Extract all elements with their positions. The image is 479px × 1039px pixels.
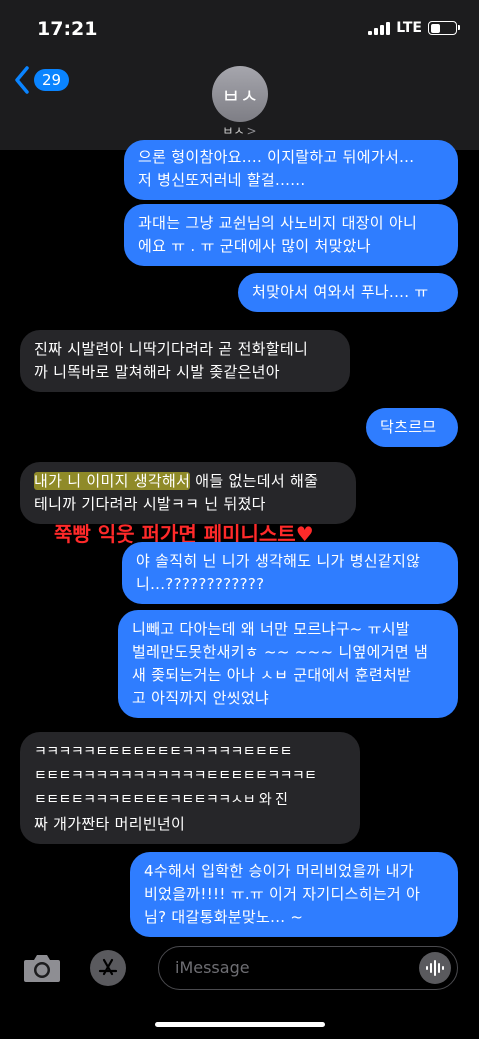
network-label: LTE [396,20,422,36]
message-line: 처맞아서 여와서 푸나.... ㅠ [252,283,429,301]
app-store-icon[interactable] [90,950,126,986]
message-line: 새 좆되는거는 아나 ㅅㅂ 군대에서 훈련처받 [132,666,412,684]
message-line: 내가 니 이미지 생각해서 애들 없는데서 해줄 [34,470,342,493]
message-line: 테니까 기다려라 시발ㅋㅋ 닌 뒤졌다 [34,495,266,513]
message-line: 짜 개가짠타 머리빈년이 [34,815,186,833]
status-time: 17:21 [37,18,98,40]
message-line: ㅌㅌㅌㅌㅋㅋㅋㅌㅌㅌㅌㅋㅌㅌㅋㅋㅅㅂ 와 진 [34,792,288,808]
message-bubble-sent[interactable]: 닥츠르므 [366,408,458,447]
message-input[interactable]: iMessage [158,946,458,990]
message-bubble-received[interactable]: ㅋㅋㅋㅋㅋㅌㅌㅌㅌㅌㅌㅌㅋㅋㅋㅋㅋㅌㅌㅌㅌ ㅌㅌㅌㅋㅋㅋㅋㅋㅋㅋㅋㅋㅋㅋㅌㅌㅌㅌ… [20,732,360,844]
message-bubble-sent[interactable]: 4수해서 입학한 승이가 머리비었을까 내가 비었을까!!!! ㅠ.ㅠ 이거 자… [130,852,458,937]
battery-icon [428,21,460,35]
contact-avatar[interactable]: ㅂㅅ [212,66,268,122]
message-bubble-sent[interactable]: 으론 형이참아요.... 이지랄하고 뒤에가서... 저 병신또저러네 할걸..… [124,140,458,200]
message-bubble-sent[interactable]: 니빼고 다아는데 왜 너만 모르냐구~ ㅠ시발 벌레만도못한새키ㅎ ~~ ~~~… [118,610,458,718]
signal-icon [368,21,391,35]
chevron-left-icon [14,66,30,94]
back-button[interactable]: 29 [14,66,70,94]
status-indicators: LTE [368,20,460,36]
message-bubble-received[interactable]: 진짜 시발련아 니딱기다려라 곧 전화할테니 까 니똑바로 말쳐해라 시발 좆같… [20,330,350,392]
message-text: 애들 없는데서 해줄 [190,472,319,490]
contact-name: ㅂㅅ [222,124,245,138]
message-line: 까 니똑바로 말쳐해라 시발 좆같은년아 [34,363,280,381]
message-line: 과대는 그냥 교쉰님의 사노비지 대장이 아니 [138,214,418,232]
message-line: 4수해서 입학한 승이가 머리비었을까 내가 [144,862,414,880]
message-line: 닥츠르므 [380,418,437,436]
message-bubble-received[interactable]: 내가 니 이미지 생각해서 애들 없는데서 해줄 테니까 기다려라 시발ㅋㅋ 닌… [20,462,356,524]
message-line: 벌레만도못한새키ㅎ ~~ ~~~ 니옆에거면 냄 [132,643,429,661]
message-line: 비었을까!!!! ㅠ.ㅠ 이거 자기디스히는거 아 [144,885,421,903]
contact-name-button[interactable]: ㅂㅅ > [0,122,479,139]
message-bubble-sent[interactable]: 야 솔직히 닌 니가 생각해도 니가 병신같지않 니...???????????… [122,542,458,604]
camera-icon[interactable] [22,952,62,988]
message-line: 니...???????????? [136,575,265,593]
message-bubble-sent[interactable]: 과대는 그냥 교쉰님의 사노비지 대장이 아니 에요 ㅠ . ㅠ 군대에사 많이… [124,204,458,266]
unread-count-badge: 29 [34,69,70,91]
message-input-placeholder: iMessage [175,958,250,977]
chevron-right-icon: > [246,124,257,138]
message-line: 님? 대갈통화분맞노... ~ [144,908,304,926]
highlighted-text: 내가 니 이미지 생각해서 [34,472,191,490]
message-bubble-sent[interactable]: 처맞아서 여와서 푸나.... ㅠ [238,273,458,312]
message-line: 저 병신또저러네 할걸...... [138,171,306,189]
home-indicator[interactable] [155,1022,325,1027]
message-line: 진짜 시발련아 니딱기다려라 곧 전화할테니 [34,340,309,358]
message-line: 으론 형이참아요.... 이지랄하고 뒤에가서... [138,148,415,166]
message-line: 에요 ㅠ . ㅠ 군대에사 많이 처맞았나 [138,237,371,255]
message-line: 야 솔직히 닌 니가 생각해도 니가 병신같지않 [136,552,421,570]
message-line: 니빼고 다아는데 왜 너만 모르냐구~ ㅠ시발 [132,620,410,638]
conversation-header: 17:21 LTE 29 ㅂㅅ ㅂㅅ > [0,0,479,150]
audio-waveform-icon[interactable] [419,952,451,984]
message-line: ㅋㅋㅋㅋㅋㅌㅌㅌㅌㅌㅌㅌㅋㅋㅋㅋㅋㅌㅌㅌㅌ [34,744,292,760]
message-line: 고 아직까지 안씻었냐 [132,689,270,707]
message-line: ㅌㅌㅌㅋㅋㅋㅋㅋㅋㅋㅋㅋㅋㅋㅌㅌㅌㅌㅌㅋㅋㅋㅌ [34,768,317,784]
